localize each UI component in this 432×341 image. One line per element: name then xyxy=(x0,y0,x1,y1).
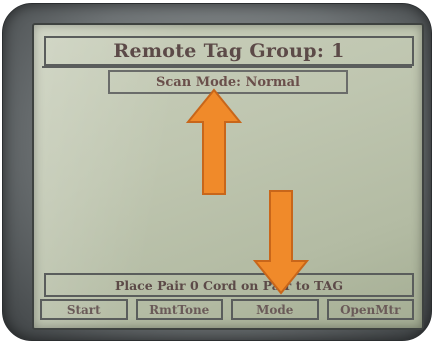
arrow-up-icon xyxy=(186,88,242,195)
screen-title: Remote Tag Group: 1 xyxy=(44,36,414,66)
arrow-down-icon xyxy=(253,190,309,295)
start-softkey[interactable]: Start xyxy=(40,299,128,320)
device-bezel: Remote Tag Group: 1 Scan Mode: Normal Pl… xyxy=(2,3,432,341)
openmtr-softkey[interactable]: OpenMtr xyxy=(326,299,414,320)
softkey-bar: Start RmtTone Mode OpenMtr xyxy=(40,299,414,320)
mode-softkey[interactable]: Mode xyxy=(231,299,319,320)
rmttone-softkey[interactable]: RmtTone xyxy=(135,299,223,320)
status-message: Place Pair 0 Cord on Pair to TAG xyxy=(44,273,414,297)
